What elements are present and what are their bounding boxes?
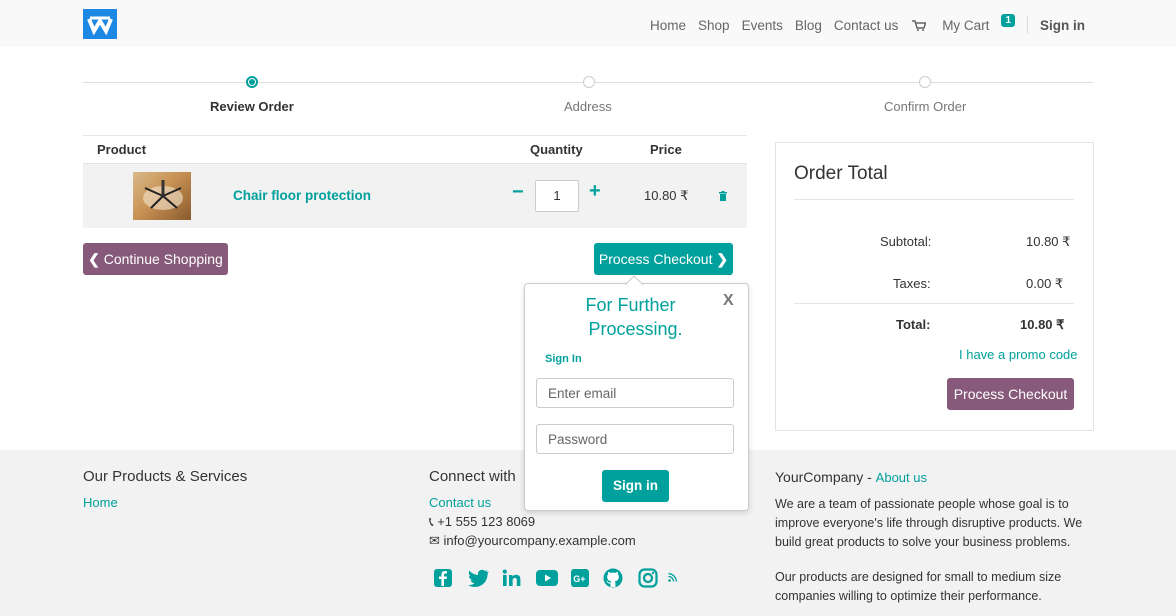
footer-email: ✉︎ info@yourcompany.example.com bbox=[429, 533, 636, 549]
phone-icon: 📞︎ bbox=[429, 514, 434, 529]
cart-count-badge: 1 bbox=[1001, 13, 1015, 27]
facebook-icon[interactable] bbox=[433, 568, 453, 588]
nav-contact[interactable]: Contact us bbox=[834, 18, 899, 33]
about-text-line: improve everyone's life through disrupti… bbox=[775, 516, 1083, 530]
wizard-step-review[interactable]: Review Order bbox=[210, 99, 294, 114]
wizard-step-dot bbox=[919, 76, 931, 88]
header-quantity: Quantity bbox=[530, 142, 583, 157]
nav-cart[interactable]: My Cart 1 bbox=[912, 13, 1015, 33]
about-text-line: build great products to solve your busin… bbox=[775, 535, 1071, 549]
signin-submit-button[interactable]: Sign in bbox=[602, 470, 669, 502]
footer-about-paragraph: We are a team of passionate people whose… bbox=[775, 495, 1082, 552]
wizard-step-dot-active bbox=[246, 76, 258, 88]
nav-shop[interactable]: Shop bbox=[698, 18, 730, 33]
phone-number: +1 555 123 8069 bbox=[437, 514, 536, 529]
cart-table-header: Product Quantity Price bbox=[83, 135, 747, 165]
promo-code-link[interactable]: I have a promo code bbox=[959, 347, 1078, 362]
google-plus-icon[interactable]: G+ bbox=[571, 569, 589, 587]
wizard-step-address: Address bbox=[564, 99, 612, 114]
header-product: Product bbox=[97, 142, 147, 157]
product-image[interactable] bbox=[133, 172, 191, 220]
nav-blog[interactable]: Blog bbox=[795, 18, 822, 33]
process-checkout-button[interactable]: Process Checkout ❯ bbox=[594, 243, 733, 275]
quantity-input[interactable]: 1 bbox=[535, 180, 579, 212]
cart-label: My Cart bbox=[942, 17, 990, 33]
subtotal-value: 10.80 ₹ bbox=[1026, 234, 1071, 249]
envelope-icon: ✉︎ bbox=[429, 533, 440, 548]
increase-quantity-icon[interactable]: + bbox=[589, 180, 601, 203]
footer-phone: 📞︎ +1 555 123 8069 bbox=[429, 514, 535, 530]
divider bbox=[794, 303, 1074, 304]
chair-base-icon bbox=[143, 180, 183, 210]
line-price: 10.80 ₹ bbox=[644, 188, 689, 203]
logo-icon bbox=[87, 16, 113, 36]
footer-home-link[interactable]: Home bbox=[83, 495, 118, 510]
decrease-quantity-icon[interactable]: − bbox=[512, 181, 524, 204]
continue-shopping-label: Continue Shopping bbox=[103, 251, 223, 267]
youtube-icon[interactable] bbox=[536, 570, 558, 586]
linkedin-icon[interactable] bbox=[502, 569, 522, 587]
header-price: Price bbox=[650, 142, 682, 157]
taxes-value: 0.00 ₹ bbox=[1026, 276, 1064, 291]
wizard-line bbox=[925, 82, 1093, 83]
divider bbox=[794, 199, 1074, 200]
svg-text:G+: G+ bbox=[573, 574, 585, 584]
company-name: YourCompany bbox=[775, 469, 864, 485]
order-total-title: Order Total bbox=[794, 163, 888, 184]
about-text-line: companies willing to optimize their perf… bbox=[775, 589, 1042, 603]
taxes-label: Taxes: bbox=[893, 276, 931, 291]
total-label: Total: bbox=[896, 317, 931, 332]
wizard-line bbox=[83, 82, 250, 83]
top-navbar: Home Shop Events Blog Contact us My Cart… bbox=[0, 0, 1176, 47]
company-logo[interactable] bbox=[83, 9, 117, 39]
subtotal-label: Subtotal: bbox=[880, 234, 932, 249]
footer-products-paragraph: Our products are designed for small to m… bbox=[775, 568, 1061, 606]
main-menu: Home Shop Events Blog Contact us My Cart… bbox=[638, 13, 1085, 34]
cart-icon bbox=[912, 19, 927, 31]
nav-events[interactable]: Events bbox=[742, 18, 783, 33]
twitter-icon[interactable] bbox=[467, 569, 489, 587]
chevron-left-icon: ❮ bbox=[88, 251, 100, 267]
total-value: 10.80 ₹ bbox=[1020, 317, 1065, 332]
popover-title-line: For Further bbox=[585, 295, 676, 315]
process-checkout-label: Process Checkout bbox=[598, 251, 713, 267]
signin-section-label: Sign In bbox=[545, 353, 582, 365]
wizard-step-dot bbox=[583, 76, 595, 88]
signin-popover: For Further Processing. X Sign In Enter … bbox=[524, 275, 749, 511]
popover-close-button[interactable]: X bbox=[723, 292, 734, 310]
wizard-step-confirm: Confirm Order bbox=[884, 99, 967, 114]
chevron-right-icon: ❯ bbox=[716, 251, 729, 267]
popover-title: For Further Processing. bbox=[525, 293, 748, 341]
about-text-line: We are a team of passionate people whose… bbox=[775, 497, 1069, 511]
about-text-line: Our products are designed for small to m… bbox=[775, 570, 1062, 584]
continue-shopping-button[interactable]: ❮ Continue Shopping bbox=[83, 243, 228, 275]
email-field[interactable]: Enter email bbox=[536, 378, 734, 408]
nav-home[interactable]: Home bbox=[650, 18, 686, 33]
github-icon[interactable] bbox=[603, 568, 623, 588]
process-checkout-panel-button[interactable]: Process Checkout bbox=[947, 378, 1074, 410]
footer-col2-title: Connect with bbox=[429, 468, 516, 485]
about-us-link[interactable]: About us bbox=[876, 470, 927, 485]
table-row: Chair floor protection − 1 + 10.80 ₹ bbox=[83, 164, 747, 228]
popover-arrow bbox=[625, 275, 643, 285]
wizard-line bbox=[589, 82, 925, 83]
nav-divider bbox=[1027, 16, 1028, 34]
email-address: info@yourcompany.example.com bbox=[443, 533, 636, 548]
instagram-icon[interactable] bbox=[638, 568, 658, 588]
trash-icon[interactable] bbox=[719, 189, 727, 204]
wizard-line bbox=[252, 82, 589, 83]
popover-title-line: Processing. bbox=[588, 319, 683, 339]
footer-contact-link[interactable]: Contact us bbox=[429, 495, 491, 510]
product-name-link[interactable]: Chair floor protection bbox=[233, 188, 371, 203]
rss-icon[interactable] bbox=[668, 573, 677, 582]
footer-col3-title: YourCompany - About us bbox=[775, 469, 927, 485]
nav-signin[interactable]: Sign in bbox=[1040, 18, 1085, 33]
password-field[interactable]: Password bbox=[536, 424, 734, 454]
order-total-panel: Order Total Subtotal: 10.80 ₹ Taxes: 0.0… bbox=[775, 142, 1094, 431]
footer-col1-title: Our Products & Services bbox=[83, 468, 248, 485]
